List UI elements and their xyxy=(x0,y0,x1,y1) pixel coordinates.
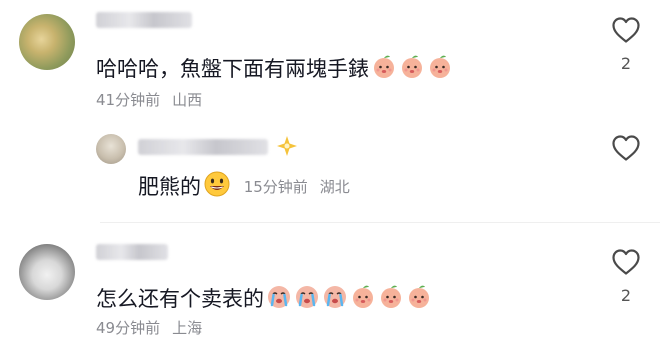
like-count: 2 xyxy=(620,286,632,305)
peach-face-icon xyxy=(402,55,422,78)
comment-meta: 15分钟前 湖北 xyxy=(244,178,350,196)
grin-face-icon xyxy=(204,171,230,197)
avatar[interactable] xyxy=(19,14,75,70)
avatar[interactable] xyxy=(96,134,126,164)
comment-2-reply: 肥熊的 15分钟前 湖北 xyxy=(0,120,660,220)
comment-text: 哈哈哈，魚盤下面有兩塊手錶 xyxy=(96,54,453,84)
comment-text: 肥熊的 15分钟前 湖北 xyxy=(138,170,350,202)
comment-time: 15分钟前 xyxy=(243,178,308,196)
emoji-row xyxy=(369,55,453,81)
sparkle-badge-icon xyxy=(277,136,297,156)
comment-location: 山西 xyxy=(172,91,203,109)
peach-face-icon xyxy=(430,55,450,78)
comment-location: 湖北 xyxy=(319,178,350,196)
like-button[interactable]: 2 xyxy=(606,16,646,74)
comment-text-content: 肥熊的 xyxy=(138,175,201,199)
comment-3: 怎么还有个卖表的 49分钟前 上海 2 xyxy=(0,230,660,347)
comment-text-content: 哈哈哈，魚盤下面有兩塊手錶 xyxy=(96,57,369,81)
username-blurred[interactable] xyxy=(96,12,192,28)
like-button[interactable] xyxy=(606,134,646,162)
username-blurred[interactable] xyxy=(96,244,168,260)
divider xyxy=(100,222,660,223)
peach-face-icon xyxy=(409,285,429,308)
heart-icon[interactable] xyxy=(611,16,641,44)
username-blurred[interactable] xyxy=(138,139,268,155)
avatar[interactable] xyxy=(19,244,75,300)
comment-meta: 41分钟前 山西 xyxy=(96,90,202,110)
heart-icon[interactable] xyxy=(611,248,641,276)
crying-face-icon xyxy=(268,286,290,308)
like-count: 2 xyxy=(620,54,632,73)
comment-text: 怎么还有个卖表的 xyxy=(96,284,432,314)
comment-time: 41分钟前 xyxy=(96,91,161,109)
crying-face-icon xyxy=(296,286,318,308)
peach-face-icon xyxy=(381,285,401,308)
heart-icon[interactable] xyxy=(611,134,641,162)
comment-1: 哈哈哈，魚盤下面有兩塊手錶 41分钟前 山西 2 xyxy=(0,0,660,120)
like-button[interactable]: 2 xyxy=(606,248,646,306)
comment-location: 上海 xyxy=(172,319,203,337)
comment-text-content: 怎么还有个卖表的 xyxy=(96,287,264,311)
peach-face-icon xyxy=(353,285,373,308)
comment-time: 49分钟前 xyxy=(96,319,161,337)
comment-meta: 49分钟前 上海 xyxy=(96,318,202,338)
peach-face-icon xyxy=(374,55,394,78)
crying-face-icon xyxy=(324,286,346,308)
